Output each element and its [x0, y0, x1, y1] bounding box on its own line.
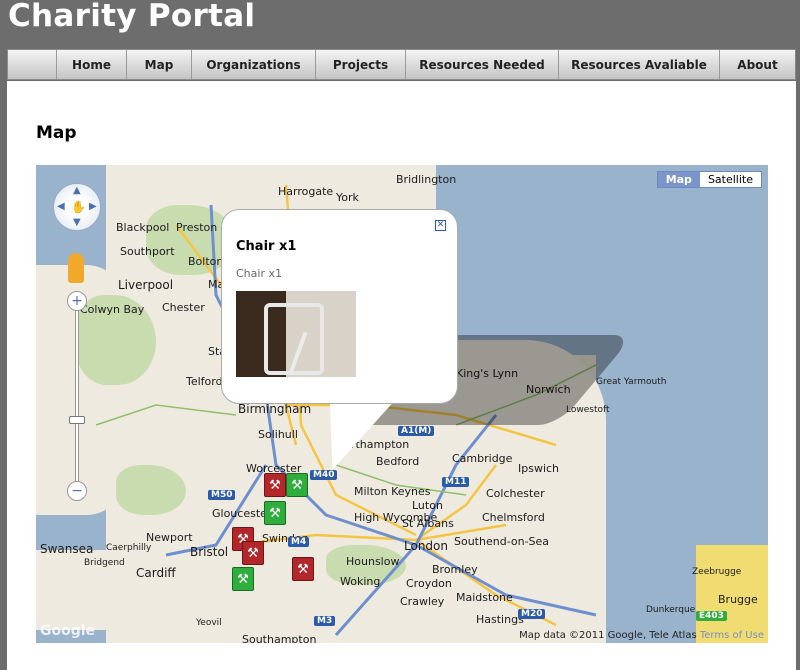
marker-resource-available[interactable]: ⚒ [264, 501, 286, 525]
city-label: Zeebrugge [692, 567, 742, 577]
city-label: Croydon [406, 577, 452, 590]
close-icon[interactable]: ✕ [435, 220, 446, 231]
city-label: London [404, 539, 448, 553]
city-label: Liverpool [118, 278, 174, 292]
city-label: Hounslow [346, 555, 400, 568]
city-label: Caerphilly [106, 543, 152, 553]
city-label: Preston [176, 221, 218, 234]
marker-resource-needed[interactable]: ⚒ [292, 557, 314, 581]
city-label: Ipswich [518, 462, 560, 475]
map-type-control: Map Satellite [656, 171, 762, 188]
site-title: Charity Portal [8, 0, 256, 34]
map-type-satellite-button[interactable]: Satellite [699, 172, 761, 187]
attribution-text: Map data ©2011 Google, Tele Atlas [519, 630, 697, 641]
city-label: Blackpool [116, 221, 170, 234]
pan-down-icon[interactable]: ▼ [73, 217, 81, 228]
pan-up-icon[interactable]: ▲ [73, 185, 81, 196]
zoom-slider-knob[interactable] [69, 416, 85, 424]
city-label: Newport [146, 531, 193, 544]
nav-organizations[interactable]: Organizations [191, 50, 315, 79]
road-shield: M20 [518, 609, 546, 619]
city-label: Cardiff [136, 566, 176, 580]
marker-resource-available[interactable]: ⚒ [232, 567, 254, 591]
google-logo: Google [40, 623, 96, 639]
city-label: Bristol [190, 545, 229, 559]
city-label: Colchester [486, 487, 545, 500]
city-label: Swansea [40, 542, 94, 556]
city-label: Bridlington [396, 173, 457, 186]
street-view-pegman-icon[interactable] [68, 253, 84, 283]
city-label: York [336, 191, 359, 204]
map-attribution: Map data ©2011 Google, Tele Atlas Terms … [519, 630, 764, 641]
city-label: Southampton [242, 633, 317, 643]
city-label: Gloucester [212, 507, 272, 520]
pan-right-icon[interactable]: ▶ [89, 201, 97, 212]
city-label: Great Yarmouth [596, 377, 667, 387]
city-label: Colwyn Bay [80, 303, 145, 316]
city-label: Hastings [476, 613, 524, 626]
city-label: Harrogate [278, 185, 334, 198]
road-shield: M40 [310, 470, 338, 480]
road-shield: M50 [208, 490, 236, 500]
hand-icon: ✋ [71, 200, 86, 214]
nav-resources-available[interactable]: Resources Avaliable [558, 50, 719, 79]
city-label: Crawley [400, 595, 445, 608]
nav-projects[interactable]: Projects [315, 50, 405, 79]
info-window-title: Chair x1 [236, 239, 297, 254]
marker-resource-needed[interactable]: ⚒ [242, 541, 264, 565]
city-label: Yeovil [196, 618, 222, 628]
city-label: Chester [162, 301, 205, 314]
road-shield: A1(M) [398, 426, 435, 436]
zoom-in-button[interactable]: + [67, 291, 87, 311]
city-label: Milton Keynes [354, 485, 431, 498]
nav-home[interactable]: Home [56, 50, 126, 79]
city-label: Southport [120, 245, 175, 258]
pan-control[interactable]: ▲ ▼ ◀ ▶ ✋ [53, 183, 101, 231]
pan-left-icon[interactable]: ◀ [57, 201, 65, 212]
zoom-out-button[interactable]: − [67, 481, 87, 501]
nav-resources-needed[interactable]: Resources Needed [405, 50, 558, 79]
zoom-slider[interactable] [75, 301, 79, 491]
city-label: Maidstone [456, 591, 513, 604]
city-label: Chelmsford [482, 511, 545, 524]
info-window: ✕ Chair x1 Chair x1 [221, 209, 458, 404]
nav-about[interactable]: About [719, 50, 795, 79]
marker-resource-needed[interactable]: ⚒ [264, 473, 286, 497]
main-nav: Home Map Organizations Projects Resource… [7, 49, 796, 80]
chair-photo [236, 291, 356, 377]
marker-resource-available[interactable]: ⚒ [286, 473, 308, 497]
road-shield: M11 [442, 477, 470, 487]
city-label: Bridgend [84, 558, 125, 568]
city-label: Woking [340, 575, 381, 588]
city-label: Southend-on-Sea [454, 535, 550, 548]
map-type-map-button[interactable]: Map [657, 172, 700, 187]
city-label: Telford [186, 375, 223, 388]
road-shield: M3 [314, 616, 336, 626]
nav-map[interactable]: Map [126, 50, 191, 79]
city-label: Bolton [188, 255, 224, 268]
city-label: Dunkerque [646, 605, 696, 615]
terms-of-use-link[interactable]: Terms of Use [700, 630, 764, 641]
city-label: Brugge [718, 593, 758, 606]
city-label: St Albans [402, 517, 454, 530]
road-shield: E403 [696, 611, 727, 621]
info-window-description: Chair x1 [236, 267, 282, 280]
city-label: Bedford [376, 455, 420, 468]
city-label: Bromley [432, 563, 478, 576]
map-canvas[interactable]: Harrogate York Bridlington Blackpool Pre… [36, 165, 768, 643]
road-shield: M4 [288, 537, 310, 547]
page-title: Map [36, 123, 77, 143]
city-label: Solihull [258, 428, 298, 441]
city-label: Cambridge [452, 452, 513, 465]
content-area: Map Harrogate York Bridlington Blackpool… [7, 81, 796, 670]
city-label: Birmingham [238, 402, 312, 416]
